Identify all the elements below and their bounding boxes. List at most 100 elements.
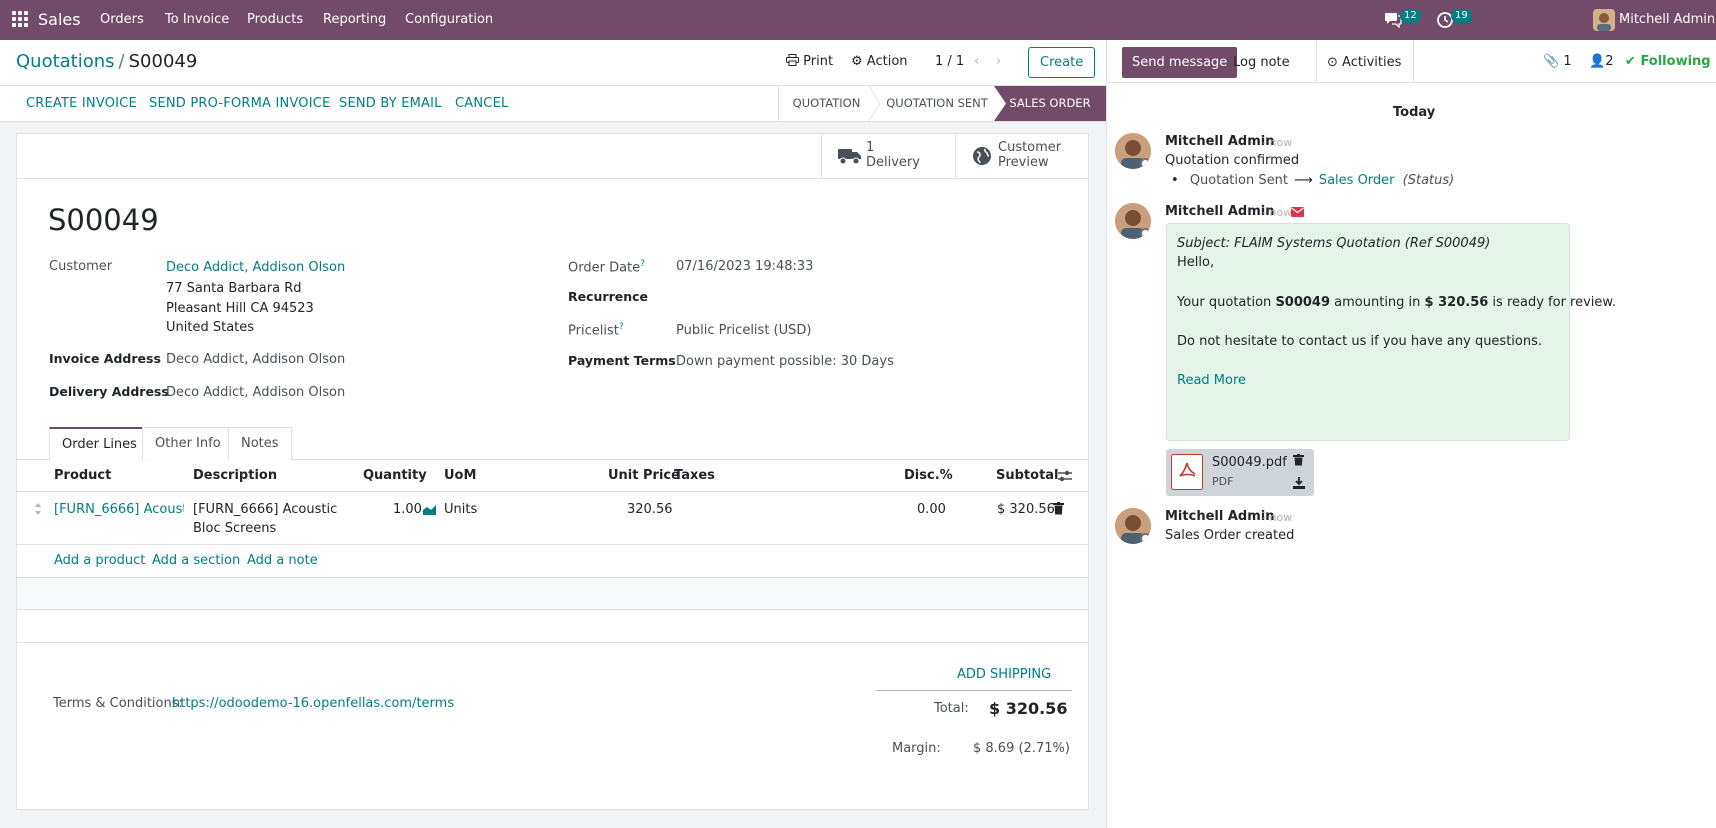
add-section-link[interactable]: Add a section xyxy=(152,553,240,568)
empty-row xyxy=(17,610,1088,643)
tab-other-info[interactable]: Other Info xyxy=(142,427,234,460)
create-invoice-button[interactable]: CREATE INVOICE xyxy=(26,96,137,111)
message-time: - now xyxy=(1262,206,1293,219)
log-note-button[interactable]: Log note xyxy=(1223,47,1300,78)
optional-columns-icon[interactable] xyxy=(1057,469,1073,483)
payment-terms-label: Payment Terms xyxy=(568,353,676,368)
col-discount[interactable]: Disc.% xyxy=(904,468,953,483)
add-product-link[interactable]: Add a product xyxy=(54,553,145,568)
tracking-new: Sales Order xyxy=(1318,173,1395,188)
help-icon[interactable]: ? xyxy=(640,259,645,269)
col-product[interactable]: Product xyxy=(54,468,111,483)
message-author[interactable]: Mitchell Admin xyxy=(1165,134,1274,149)
col-quantity[interactable]: Quantity xyxy=(363,468,427,483)
pricelist-field[interactable]: Public Pricelist (USD) xyxy=(676,323,811,338)
user-name[interactable]: Mitchell Admin xyxy=(1619,12,1715,27)
message-author[interactable]: Mitchell Admin xyxy=(1165,204,1274,219)
delivery-label: Delivery xyxy=(866,155,920,170)
attachment-card[interactable]: S00049.pdf PDF xyxy=(1166,449,1314,496)
menu-orders[interactable]: Orders xyxy=(100,12,144,27)
col-taxes[interactable]: Taxes xyxy=(674,468,715,483)
line-uom[interactable]: Units xyxy=(444,502,477,517)
download-icon[interactable] xyxy=(1293,477,1305,489)
tab-notes[interactable]: Notes xyxy=(228,427,292,460)
stage-quotation-sent[interactable]: QUOTATION SENT xyxy=(880,86,994,121)
following-label: Following xyxy=(1640,54,1711,69)
trash-icon[interactable] xyxy=(1293,454,1304,466)
menu-configuration[interactable]: Configuration xyxy=(405,12,493,27)
payment-terms-field[interactable]: Down payment possible: 30 Days xyxy=(676,354,894,369)
delivery-smart-button[interactable]: 1 Delivery xyxy=(821,134,955,179)
line-discount[interactable]: 0.00 xyxy=(917,502,946,517)
line-unit-price[interactable]: 320.56 xyxy=(627,502,673,517)
message-author[interactable]: Mitchell Admin xyxy=(1165,509,1274,524)
action-button[interactable]: ⚙ Action xyxy=(851,54,908,69)
col-description[interactable]: Description xyxy=(193,468,277,483)
app-name[interactable]: Sales xyxy=(38,10,81,29)
globe-icon xyxy=(973,147,991,165)
print-button[interactable]: Print xyxy=(786,54,833,69)
tracking-field: (Status) xyxy=(1402,173,1455,188)
attachments-button[interactable]: 📎 1 xyxy=(1543,54,1572,69)
delivery-address-field[interactable]: Deco Addict, Addison Olson xyxy=(166,385,345,400)
line-quantity[interactable]: 1.00 xyxy=(393,502,422,517)
day-separator: Today xyxy=(1393,105,1436,120)
pager-value[interactable]: 1 / 1 xyxy=(935,54,964,69)
menu-reporting[interactable]: Reporting xyxy=(323,12,386,27)
activities-button[interactable]: ⊙ Activities xyxy=(1317,47,1411,78)
email-greeting: Hello, xyxy=(1177,255,1215,270)
messages-icon[interactable] xyxy=(1384,10,1402,29)
trash-icon[interactable] xyxy=(1053,502,1064,515)
create-button[interactable]: Create xyxy=(1028,47,1096,78)
truck-icon xyxy=(838,149,861,165)
messages-badge: 12 xyxy=(1400,9,1421,23)
cancel-button[interactable]: CANCEL xyxy=(455,96,508,111)
terms-link[interactable]: https://odoodemo-16.openfellas.com/terms xyxy=(172,696,454,711)
order-date-field[interactable]: 07/16/2023 19:48:33 xyxy=(676,259,813,274)
line-description-line1[interactable]: [FURN_6666] Acoustic xyxy=(193,502,337,517)
customer-preview-smart-button[interactable]: Customer Preview xyxy=(955,134,1089,179)
pager-previous-icon[interactable]: ‹ xyxy=(974,54,979,69)
order-name: S00049 xyxy=(48,203,159,237)
add-shipping-button[interactable]: ADD SHIPPING xyxy=(957,667,1051,682)
line-product[interactable]: [FURN_6666] Acoustic I xyxy=(54,502,184,517)
send-by-email-button[interactable]: SEND BY EMAIL xyxy=(339,96,442,111)
line-description-line2[interactable]: Bloc Screens xyxy=(193,521,276,536)
author-avatar[interactable] xyxy=(1115,508,1151,544)
author-avatar[interactable] xyxy=(1115,203,1151,239)
pricelist-label: Pricelist? xyxy=(568,322,624,339)
following-button[interactable]: ✔ Following xyxy=(1625,54,1711,69)
col-subtotal[interactable]: Subtotal xyxy=(996,468,1059,483)
chatter-header-border xyxy=(1107,82,1716,83)
menu-to-invoice[interactable]: To Invoice xyxy=(165,12,229,27)
followers-count: 2 xyxy=(1605,54,1614,69)
drag-handle-icon[interactable] xyxy=(34,502,42,516)
help-icon[interactable]: ? xyxy=(619,322,624,332)
read-more-link[interactable]: Read More xyxy=(1177,373,1246,388)
recurrence-field[interactable] xyxy=(676,285,1056,307)
stage-sales-order[interactable]: SALES ORDER xyxy=(994,86,1106,121)
user-avatar[interactable] xyxy=(1593,9,1615,31)
envelope-icon[interactable] xyxy=(1291,207,1304,217)
followers-button[interactable]: 👤2 xyxy=(1589,54,1613,69)
stage-quotation[interactable]: QUOTATION xyxy=(778,86,874,121)
breadcrumb-quotations-link[interactable]: Quotations xyxy=(16,51,115,72)
menu-products[interactable]: Products xyxy=(247,12,303,27)
arrow-right-icon: ⟶ xyxy=(1294,173,1313,188)
forecast-chart-icon[interactable] xyxy=(422,504,438,516)
breadcrumb-current: S00049 xyxy=(128,51,198,72)
send-message-button[interactable]: Send message xyxy=(1122,47,1238,78)
author-avatar[interactable] xyxy=(1115,133,1151,169)
send-proforma-invoice-button[interactable]: SEND PRO-FORMA INVOICE xyxy=(149,96,330,111)
table-row[interactable] xyxy=(17,492,1088,545)
email-line2: Do not hesitate to contact us if you hav… xyxy=(1177,334,1543,349)
customer-field[interactable]: Deco Addict, Addison Olson xyxy=(166,260,345,275)
col-unit-price[interactable]: Unit Price xyxy=(608,468,680,483)
add-note-link[interactable]: Add a note xyxy=(247,553,318,568)
apps-menu-icon[interactable] xyxy=(12,11,28,27)
col-uom[interactable]: UoM xyxy=(444,468,476,483)
tab-order-lines[interactable]: Order Lines xyxy=(49,427,150,461)
invoice-address-field[interactable]: Deco Addict, Addison Olson xyxy=(166,352,345,367)
gear-icon: ⚙ xyxy=(851,54,863,69)
pager-next-icon[interactable]: › xyxy=(996,54,1001,69)
